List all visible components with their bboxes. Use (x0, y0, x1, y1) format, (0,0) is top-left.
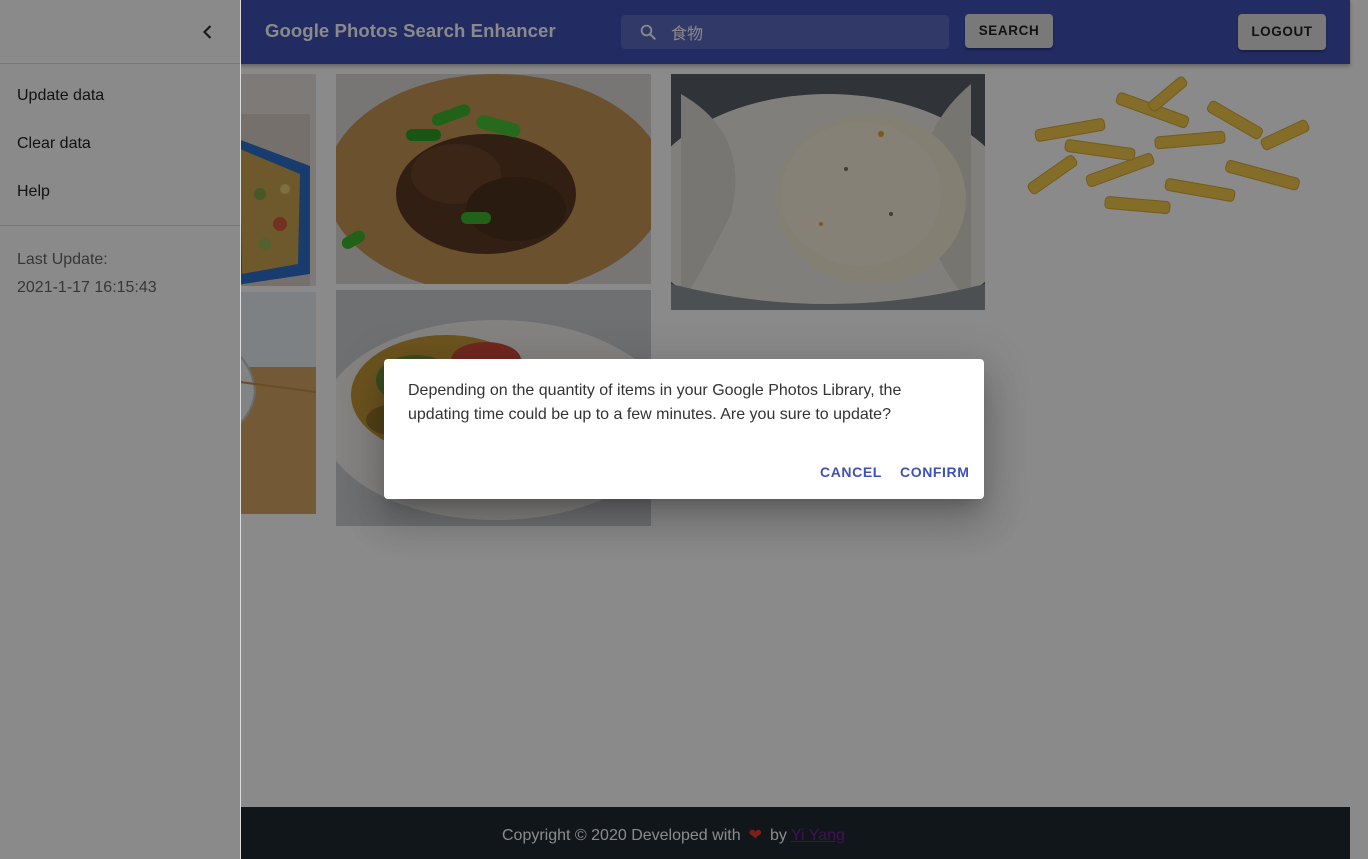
drawer-dim (0, 0, 240, 859)
confirm-button[interactable]: CONFIRM (894, 463, 976, 481)
last-update-value: 2021-1-17 16:15:43 (17, 279, 157, 296)
dialog-message: Depending on the quantity of items in yo… (408, 382, 902, 423)
cancel-button[interactable]: CANCEL (814, 463, 888, 481)
confirm-update-dialog: Depending on the quantity of items in yo… (384, 359, 984, 499)
menu-item-help[interactable]: Help (17, 183, 50, 201)
drawer-header (0, 0, 240, 64)
menu-item-update-data[interactable]: Update data (17, 87, 104, 105)
chevron-left-icon[interactable] (196, 20, 220, 44)
navigation-drawer: Update data Clear data Help Last Update:… (0, 0, 241, 859)
menu-item-clear-data[interactable]: Clear data (17, 135, 91, 153)
last-update-label: Last Update: (17, 251, 108, 268)
drawer-divider (0, 225, 240, 226)
last-update: Last Update: 2021-1-17 16:15:43 (17, 246, 157, 302)
